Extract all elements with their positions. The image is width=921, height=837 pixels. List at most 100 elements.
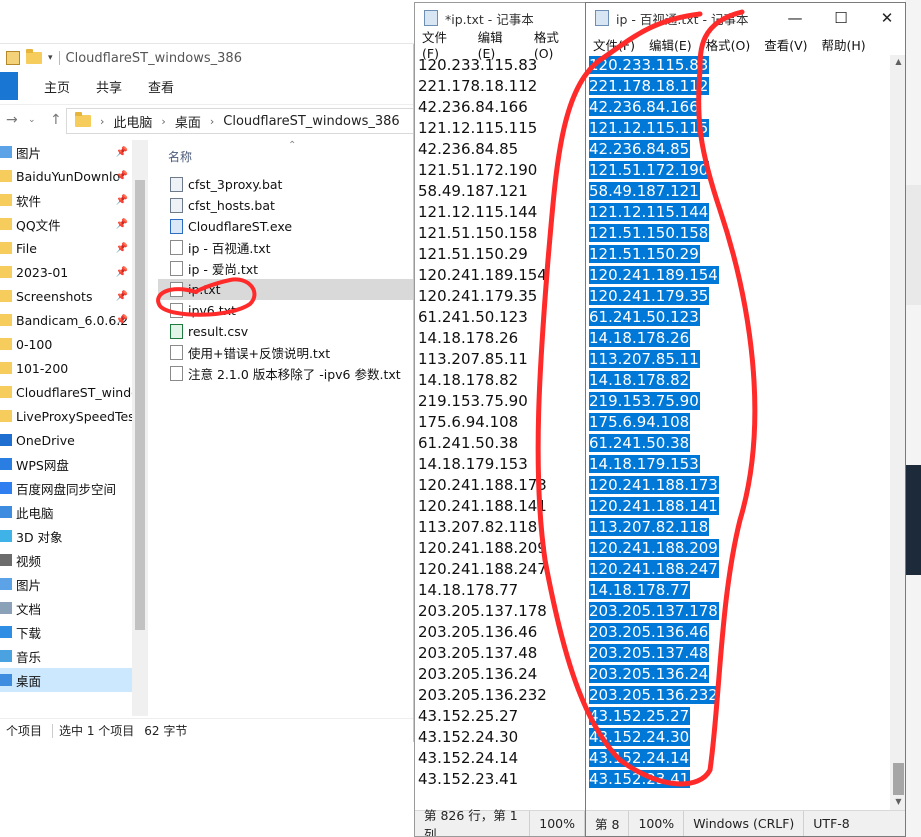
nav-item[interactable]: 2023-01 📌 <box>0 260 132 284</box>
file-item[interactable]: cfst_hosts.bat <box>158 195 413 216</box>
notepad-text-area[interactable]: 120.233.115.83 221.178.18.112 42.236.84.16… <box>586 55 719 790</box>
nav-item-label: File <box>16 240 37 256</box>
nav-item-icon <box>0 458 12 470</box>
menu-view[interactable]: 查看(V) <box>764 35 807 54</box>
nav-item[interactable]: 3D 对象 <box>0 524 132 548</box>
text-line: 121.51.172.190 <box>418 161 538 179</box>
status-selection: 选中 1 个项目 <box>59 724 135 738</box>
menu-file[interactable]: 文件(F) <box>593 35 635 54</box>
text-line-selected: 121.51.150.29 <box>586 244 719 265</box>
nav-item[interactable]: 音乐 <box>0 644 132 668</box>
text-line-selected: 14.18.178.26 <box>586 328 719 349</box>
file-item[interactable]: ip.txt <box>158 279 413 300</box>
text-line: 121.12.115.144 <box>418 203 538 221</box>
recent-locations-icon[interactable]: ⌄ <box>28 115 44 125</box>
ribbon-tab-view[interactable]: 查看 <box>148 77 174 96</box>
text-line-selected: 14.18.178.82 <box>586 370 719 391</box>
status-cursor-position: 第 8 <box>586 810 630 836</box>
nav-item[interactable]: 下载 <box>0 620 132 644</box>
nav-item[interactable]: 文档 <box>0 596 132 620</box>
text-line: 221.178.18.112 <box>418 77 538 95</box>
nav-item[interactable]: Bandicam_6.0.6.2 📌 <box>0 308 132 332</box>
vertical-scrollbar[interactable]: ▲ ▼ <box>890 55 905 811</box>
nav-item[interactable]: 百度网盘同步空间 <box>0 476 132 500</box>
ribbon-tab-share[interactable]: 共享 <box>96 77 122 96</box>
file-item[interactable]: CloudflareST.exe <box>158 216 413 237</box>
notepad-text-area[interactable]: 120.233.115.83 221.178.18.112 42.236.84.16… <box>415 55 547 790</box>
nav-item[interactable]: File 📌 <box>0 236 132 260</box>
file-item[interactable]: ip - 爱尚.txt <box>158 258 413 279</box>
pin-icon: 📌 <box>115 290 128 302</box>
menu-edit[interactable]: 编辑(E) <box>649 35 692 54</box>
text-line: 42.236.84.85 <box>418 140 519 158</box>
nav-item[interactable]: 图片 📌 <box>0 140 132 164</box>
nav-item[interactable]: 101-200 <box>0 356 132 380</box>
nav-item-label: 0-100 <box>16 336 53 352</box>
up-arrow-icon[interactable]: ↑ <box>50 112 66 128</box>
file-item[interactable]: 使用+错误+反馈说明.txt <box>158 342 413 363</box>
chevron-right-icon[interactable]: › <box>100 115 104 128</box>
ribbon-file-tab[interactable] <box>0 72 18 100</box>
breadcrumb-this-pc[interactable]: 此电脑 <box>113 112 152 131</box>
file-item[interactable]: result.csv <box>158 321 413 342</box>
exe-file-icon <box>170 219 183 234</box>
nav-item[interactable]: 软件 📌 <box>0 188 132 212</box>
nav-item[interactable]: 桌面 <box>0 668 132 692</box>
nav-item[interactable]: 0-100 <box>0 332 132 356</box>
scroll-up-icon[interactable]: ▲ <box>890 57 905 66</box>
text-line: 43.152.24.14 <box>418 749 519 767</box>
status-size: 62 字节 <box>144 724 188 738</box>
text-line: 113.207.82.118 <box>418 518 538 536</box>
file-name: ipv6.txt <box>188 303 236 318</box>
nav-item[interactable]: 视频 <box>0 548 132 572</box>
maximize-icon[interactable]: ☐ <box>818 3 864 33</box>
address-bar[interactable]: › 此电脑 › 桌面 › CloudflareST_windows_386 <box>66 108 413 134</box>
file-item[interactable]: cfst_3proxy.bat <box>158 174 413 195</box>
nav-item[interactable]: 此电脑 <box>0 500 132 524</box>
scrollbar-thumb[interactable] <box>893 763 904 795</box>
navigation-pane-scrollbar[interactable] <box>132 140 148 716</box>
column-header-name[interactable]: 名称 <box>168 148 192 165</box>
close-icon[interactable]: ✕ <box>864 3 905 33</box>
quick-access-properties-icon[interactable] <box>6 51 20 65</box>
pin-icon: 📌 <box>115 218 128 230</box>
chevron-right-icon[interactable]: › <box>210 115 214 128</box>
text-line-selected: 120.233.115.83 <box>586 55 719 76</box>
nav-item-label: 2023-01 <box>16 264 69 280</box>
minimize-icon[interactable]: — <box>772 3 818 33</box>
text-line: 121.51.150.158 <box>418 224 538 242</box>
address-bar-row: → ⌄ ↑ › 此电脑 › 桌面 › CloudflareST_windows_… <box>0 104 413 134</box>
breadcrumb-current-folder[interactable]: CloudflareST_windows_386 <box>223 114 399 129</box>
text-line: 61.241.50.38 <box>418 434 519 452</box>
file-item[interactable]: 注意 2.1.0 版本移除了 -ipv6 参数.txt <box>158 363 413 384</box>
file-name: cfst_hosts.bat <box>188 198 275 213</box>
nav-item[interactable]: LiveProxySpeedTest <box>0 404 132 428</box>
scrollbar-thumb[interactable] <box>135 180 145 630</box>
text-line: 203.205.137.48 <box>418 644 538 662</box>
menu-help[interactable]: 帮助(H) <box>822 35 866 54</box>
file-item[interactable]: ip - 百视通.txt <box>158 237 413 258</box>
file-item[interactable]: ipv6.txt <box>158 300 413 321</box>
menu-format[interactable]: 格式(O) <box>706 35 751 54</box>
scroll-down-icon[interactable]: ▼ <box>890 797 905 806</box>
nav-item[interactable]: WPS网盘 <box>0 452 132 476</box>
breadcrumb-desktop[interactable]: 桌面 <box>175 112 201 131</box>
folder-icon <box>26 49 42 64</box>
nav-item[interactable]: 图片 <box>0 572 132 596</box>
ribbon-tab-home[interactable]: 主页 <box>44 77 70 96</box>
nav-item[interactable]: CloudflareST_windo <box>0 380 132 404</box>
nav-item[interactable]: Screenshots 📌 <box>0 284 132 308</box>
quick-access-dropdown-icon[interactable]: ▾ <box>48 53 53 63</box>
nav-item-label: WPS网盘 <box>16 457 69 473</box>
nav-item-label: 下载 <box>16 625 42 641</box>
chevron-right-icon[interactable]: › <box>161 115 165 128</box>
text-line: 113.207.85.11 <box>418 350 528 368</box>
nav-item[interactable]: BaiduYunDownlo 📌 <box>0 164 132 188</box>
forward-arrow-icon[interactable]: → <box>6 112 22 128</box>
nav-item-label: LiveProxySpeedTest <box>16 408 132 424</box>
nav-item-icon <box>0 170 12 182</box>
selected-text: 175.6.94.108 <box>589 413 691 431</box>
nav-item[interactable]: OneDrive <box>0 428 132 452</box>
nav-item-icon <box>0 218 12 230</box>
nav-item[interactable]: QQ文件 📌 <box>0 212 132 236</box>
